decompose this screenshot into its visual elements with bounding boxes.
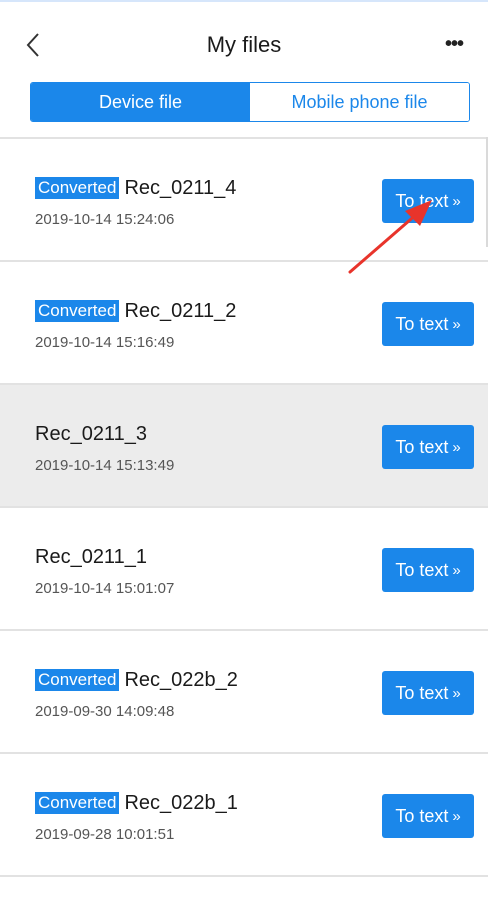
to-text-button[interactable]: To text » — [382, 794, 474, 838]
to-text-button[interactable]: To text » — [382, 671, 474, 715]
file-name: Rec_0211_2 — [124, 300, 237, 322]
double-chevron-right-icon: » — [452, 684, 461, 702]
file-timestamp: 2019-10-14 15:24:06 — [35, 211, 175, 228]
double-chevron-right-icon: » — [452, 192, 461, 210]
to-text-label: To text — [395, 190, 449, 211]
converted-badge: Converted — [35, 300, 120, 322]
converted-badge: Converted — [35, 669, 120, 691]
page-title: My files — [206, 32, 282, 57]
file-row[interactable]: Rec_0211_1 2019-10-14 15:01:07 To text » — [0, 508, 488, 629]
file-timestamp: 2019-10-14 15:01:07 — [35, 580, 175, 597]
file-timestamp: 2019-09-28 10:01:51 — [35, 826, 175, 843]
file-row[interactable]: Converted Rec_022b_1 2019-09-28 10:01:51… — [0, 754, 488, 875]
file-timestamp: 2019-10-14 15:16:49 — [35, 334, 175, 351]
file-source-tabs: Device file Mobile phone file — [30, 82, 470, 122]
file-row[interactable]: Converted Rec_0211_2 2019-10-14 15:16:49… — [0, 262, 488, 383]
file-name: Rec_0211_1 — [35, 546, 147, 568]
header: My files ••• — [0, 0, 488, 82]
tab-device-file[interactable]: Device file — [31, 83, 250, 121]
file-name: Rec_022b_1 — [124, 792, 238, 814]
to-text-button[interactable]: To text » — [382, 179, 474, 223]
file-timestamp: 2019-09-30 14:09:48 — [35, 703, 175, 720]
file-timestamp: 2019-10-14 15:13:49 — [35, 457, 175, 474]
to-text-label: To text — [395, 313, 449, 334]
double-chevron-right-icon: » — [452, 438, 461, 456]
divider — [0, 875, 488, 877]
to-text-button[interactable]: To text » — [382, 425, 474, 469]
to-text-button[interactable]: To text » — [382, 302, 474, 346]
converted-badge: Converted — [35, 792, 120, 814]
file-name: Rec_0211_4 — [124, 177, 237, 199]
file-list: Converted Rec_0211_4 2019-10-14 15:24:06… — [0, 137, 488, 877]
to-text-label: To text — [395, 559, 449, 580]
double-chevron-right-icon: » — [452, 561, 461, 579]
file-row[interactable]: Converted Rec_022b_2 2019-09-30 14:09:48… — [0, 631, 488, 752]
to-text-label: To text — [395, 805, 449, 826]
file-row-selected[interactable]: Rec_0211_3 2019-10-14 15:13:49 To text » — [0, 385, 488, 506]
converted-badge: Converted — [35, 177, 120, 199]
double-chevron-right-icon: » — [452, 315, 461, 333]
file-name: Rec_0211_3 — [35, 423, 147, 445]
more-options-icon[interactable]: ••• — [440, 33, 468, 55]
file-row[interactable]: Converted Rec_0211_4 2019-10-14 15:24:06… — [0, 139, 488, 260]
to-text-label: To text — [395, 436, 449, 457]
to-text-label: To text — [395, 682, 449, 703]
to-text-button[interactable]: To text » — [382, 548, 474, 592]
file-name: Rec_022b_2 — [124, 669, 238, 691]
tab-mobile-phone-file[interactable]: Mobile phone file — [250, 83, 469, 121]
double-chevron-right-icon: » — [452, 807, 461, 825]
